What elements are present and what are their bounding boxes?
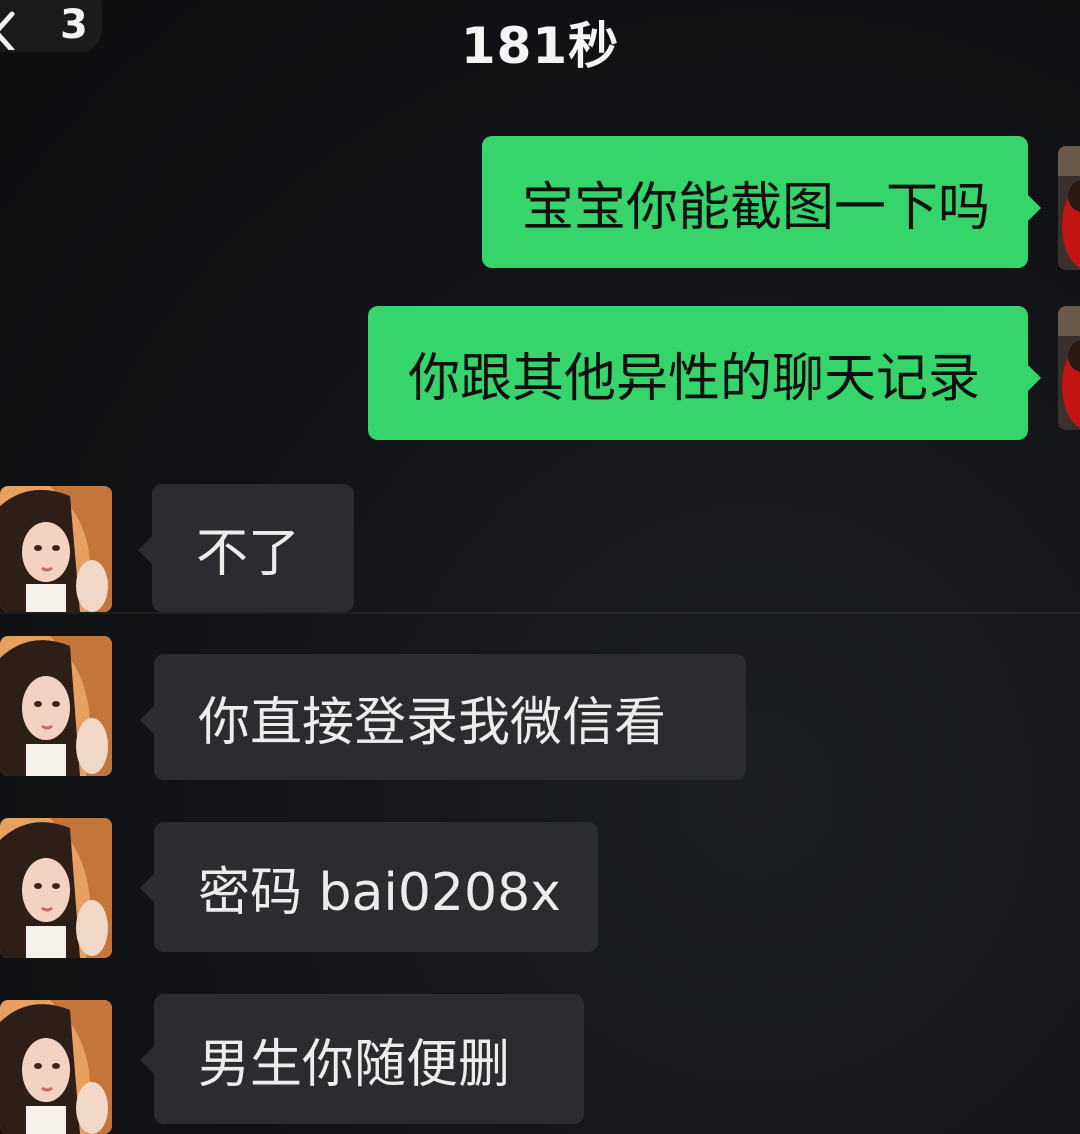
chat-screen: 3 181秒 宝宝你能截图一下吗 你跟其他异性的聊天记录 不了 你直接登录我微信… [0, 0, 1080, 1134]
chat-title: 181秒 [460, 17, 620, 75]
message-text: 不了 [196, 523, 301, 584]
message-bubble-received[interactable]: 你直接登录我微信看 [140, 654, 746, 780]
message-bubble-received[interactable]: 不了 [138, 484, 354, 612]
message-text: 你跟其他异性的聊天记录 [408, 348, 981, 409]
my-avatar[interactable] [1058, 146, 1080, 270]
message-text: 男生你随便删 [198, 1034, 511, 1095]
message-bubble-received[interactable]: 密码 bai0208x [140, 822, 598, 952]
message-bubble-sent[interactable]: 你跟其他异性的聊天记录 [368, 306, 1041, 440]
message-bubble-received[interactable]: 男生你随便删 [140, 994, 584, 1124]
message-text: 你直接登录我微信看 [198, 692, 667, 753]
message-text: 密码 bai0208x [198, 862, 561, 923]
contact-avatar[interactable] [0, 1000, 112, 1134]
message-bubble-sent[interactable]: 宝宝你能截图一下吗 [482, 136, 1041, 268]
my-avatar[interactable] [1058, 306, 1080, 430]
chat-header: 3 181秒 [0, 0, 1080, 80]
contact-avatar[interactable] [0, 818, 112, 958]
contact-avatar[interactable] [0, 486, 112, 612]
contact-avatar[interactable] [0, 636, 112, 776]
message-text: 宝宝你能截图一下吗 [522, 177, 991, 238]
screenshot-seam [0, 612, 1080, 614]
